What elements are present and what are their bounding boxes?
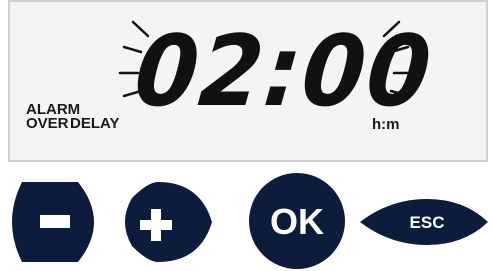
- ok-button[interactable]: OK: [249, 173, 345, 269]
- ok-button-label: OK: [270, 201, 324, 242]
- plus-button[interactable]: [125, 182, 212, 262]
- minus-button[interactable]: [12, 182, 94, 262]
- button-row: OK ESC: [12, 173, 488, 269]
- minus-icon: [40, 215, 70, 228]
- esc-button-label: ESC: [410, 213, 445, 232]
- esc-button[interactable]: ESC: [360, 199, 488, 245]
